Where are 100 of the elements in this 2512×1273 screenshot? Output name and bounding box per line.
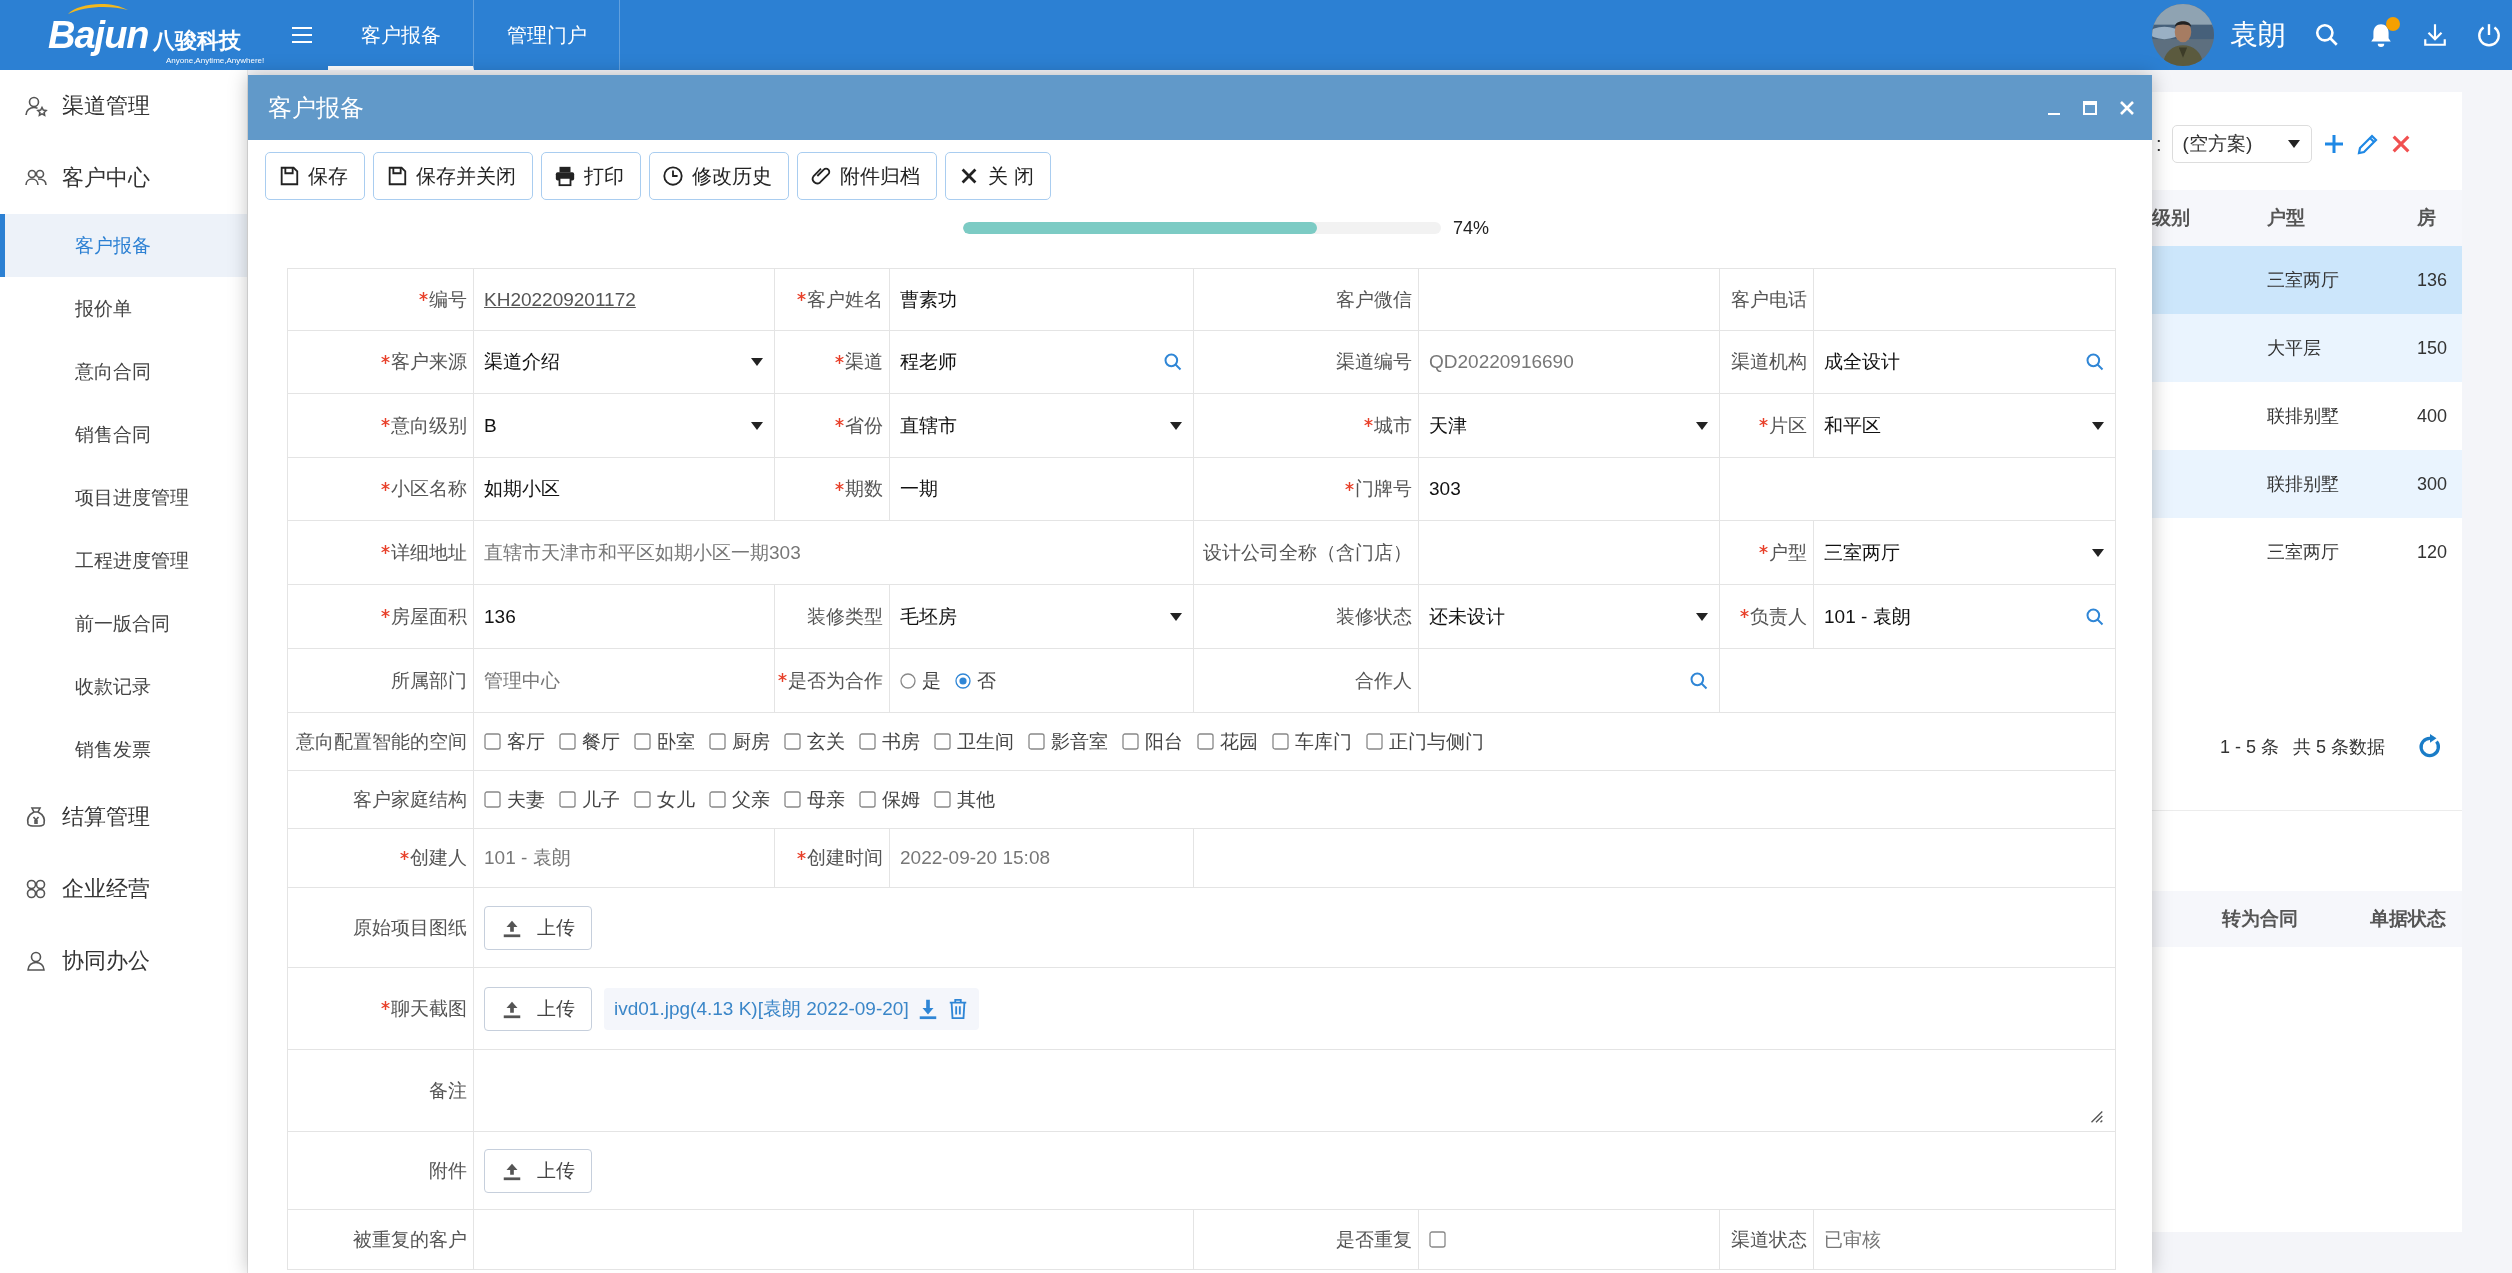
select-field[interactable]: 和平区 — [1824, 394, 2105, 457]
checkbox-option[interactable]: 影音室 — [1028, 728, 1108, 755]
bell-icon[interactable] — [2368, 22, 2394, 48]
sidebar-item[interactable]: 客户报备 — [0, 214, 247, 277]
sidebar-group[interactable]: 客户中心 — [0, 142, 247, 214]
checkbox[interactable] — [1429, 1231, 1446, 1248]
toolbar-button[interactable]: 保存 — [265, 152, 365, 200]
checkbox-icon[interactable] — [709, 733, 726, 750]
checkbox-icon[interactable] — [1366, 733, 1383, 750]
sidebar-item[interactable]: 工程进度管理 — [0, 529, 247, 592]
select-field[interactable]: B — [484, 394, 764, 457]
search-icon[interactable] — [1163, 352, 1183, 372]
search-icon[interactable] — [2085, 606, 2105, 627]
checkbox-option[interactable]: 书房 — [859, 728, 920, 755]
checkbox-icon[interactable] — [934, 791, 951, 808]
lookup-field[interactable]: 程老师 — [900, 331, 1183, 393]
sidebar-group[interactable]: 企业经营 — [0, 853, 247, 925]
table-row[interactable]: 三室两厅 120 — [2152, 518, 2462, 586]
checkbox-icon[interactable] — [634, 733, 651, 750]
select-field[interactable]: 还未设计 — [1429, 585, 1709, 648]
text-field[interactable]: 一期 — [900, 476, 938, 502]
checkbox-icon[interactable] — [934, 733, 951, 750]
scheme-select[interactable]: (空方案) — [2171, 125, 2312, 163]
checkbox-option[interactable]: 女儿 — [634, 786, 695, 813]
checkbox-icon[interactable] — [859, 733, 876, 750]
user-name[interactable]: 袁朗 — [2230, 16, 2286, 54]
maximize-icon[interactable] — [2082, 99, 2098, 116]
power-icon[interactable] — [2476, 22, 2502, 48]
toolbar-button[interactable]: 保存并关闭 — [373, 152, 533, 200]
select-field[interactable]: 三室两厅 — [1824, 521, 2105, 584]
checkbox-option[interactable]: 车库门 — [1272, 728, 1352, 755]
close-icon[interactable] — [2118, 98, 2136, 117]
lookup-field[interactable]: 101 - 袁朗 — [1824, 585, 2105, 648]
table-row[interactable]: 大平层 150 — [2152, 314, 2462, 382]
table-row[interactable]: 三室两厅 136 — [2152, 246, 2462, 314]
sidebar-item[interactable]: 销售发票 — [0, 718, 247, 781]
checkbox-option[interactable]: 卫生间 — [934, 728, 1014, 755]
text-field[interactable]: 136 — [484, 605, 516, 628]
checkbox-option[interactable]: 夫妻 — [484, 786, 545, 813]
table-row[interactable]: 联排别墅 400 — [2152, 382, 2462, 450]
select-field[interactable]: 毛坯房 — [900, 585, 1183, 648]
checkbox-icon[interactable] — [859, 791, 876, 808]
toolbar-button[interactable]: 附件归档 — [797, 152, 937, 200]
sidebar-item[interactable]: 报价单 — [0, 277, 247, 340]
lookup-field[interactable]: 成全设计 — [1824, 331, 2105, 393]
sidebar-group[interactable]: 协同办公 — [0, 925, 247, 997]
sidebar-item[interactable]: 收款记录 — [0, 655, 247, 718]
checkbox-icon[interactable] — [559, 733, 576, 750]
checkbox-option[interactable]: 餐厅 — [559, 728, 620, 755]
sidebar-item[interactable]: 销售合同 — [0, 403, 247, 466]
upload-button[interactable]: 上传 — [484, 905, 592, 950]
checkbox-option[interactable]: 玄关 — [784, 728, 845, 755]
radio-option[interactable]: 否 — [955, 667, 996, 694]
select-field[interactable]: 天津 — [1429, 394, 1709, 457]
sidebar-item[interactable]: 前一版合同 — [0, 592, 247, 655]
table-row[interactable]: 联排别墅 300 — [2152, 450, 2462, 518]
sidebar-item[interactable]: 项目进度管理 — [0, 466, 247, 529]
checkbox-option[interactable]: 保姆 — [859, 786, 920, 813]
checkbox-icon[interactable] — [709, 791, 726, 808]
search-icon[interactable] — [1689, 670, 1709, 691]
checkbox-option[interactable]: 其他 — [934, 786, 995, 813]
text-field[interactable]: 曹素功 — [900, 286, 957, 313]
checkbox-icon[interactable] — [634, 791, 651, 808]
edit-icon[interactable] — [2355, 132, 2380, 156]
checkbox-icon[interactable] — [1122, 733, 1139, 750]
radio-option[interactable]: 是 — [900, 667, 941, 694]
checkbox-icon[interactable] — [784, 791, 801, 808]
radio-icon[interactable] — [955, 672, 971, 689]
checkbox-icon[interactable] — [1028, 733, 1045, 750]
checkbox-option[interactable]: 厨房 — [709, 728, 770, 755]
checkbox-icon[interactable] — [559, 791, 576, 808]
checkbox-option[interactable]: 花园 — [1197, 728, 1258, 755]
checkbox-option[interactable]: 父亲 — [709, 786, 770, 813]
text-field[interactable]: 303 — [1429, 478, 1461, 500]
checkbox-option[interactable]: 卧室 — [634, 728, 695, 755]
checkbox-option[interactable]: 客厅 — [484, 728, 545, 755]
checkbox-option[interactable]: 母亲 — [784, 786, 845, 813]
upload-button[interactable]: 上传 — [484, 1148, 592, 1193]
text-field[interactable] — [1814, 269, 2116, 331]
checkbox-option[interactable]: 阳台 — [1122, 728, 1183, 755]
upload-button[interactable]: 上传 — [484, 986, 592, 1031]
toolbar-button[interactable]: 修改历史 — [649, 152, 789, 200]
search-icon[interactable] — [2314, 22, 2340, 48]
checkbox-icon[interactable] — [784, 733, 801, 750]
toolbar-button[interactable]: 打印 — [541, 152, 641, 200]
sidebar-group[interactable]: 渠道管理 — [0, 70, 247, 142]
download-icon[interactable] — [2422, 22, 2448, 48]
file-link[interactable]: ivd01.jpg(4.13 K)[袁朗 2022-09-20] — [614, 995, 909, 1022]
search-icon[interactable] — [2085, 352, 2105, 372]
text-field[interactable] — [1419, 521, 1720, 585]
select-field[interactable]: 渠道介绍 — [484, 331, 764, 393]
record-number-link[interactable]: KH202209201172 — [484, 288, 636, 311]
checkbox-option[interactable]: 儿子 — [559, 786, 620, 813]
text-field[interactable]: 如期小区 — [484, 476, 560, 502]
checkbox-icon[interactable] — [484, 733, 501, 750]
sidebar-item[interactable]: 意向合同 — [0, 340, 247, 403]
text-field[interactable] — [1419, 269, 1720, 331]
checkbox-icon[interactable] — [484, 791, 501, 808]
checkbox-option[interactable]: 正门与侧门 — [1366, 728, 1484, 755]
checkbox-icon[interactable] — [1197, 733, 1214, 750]
